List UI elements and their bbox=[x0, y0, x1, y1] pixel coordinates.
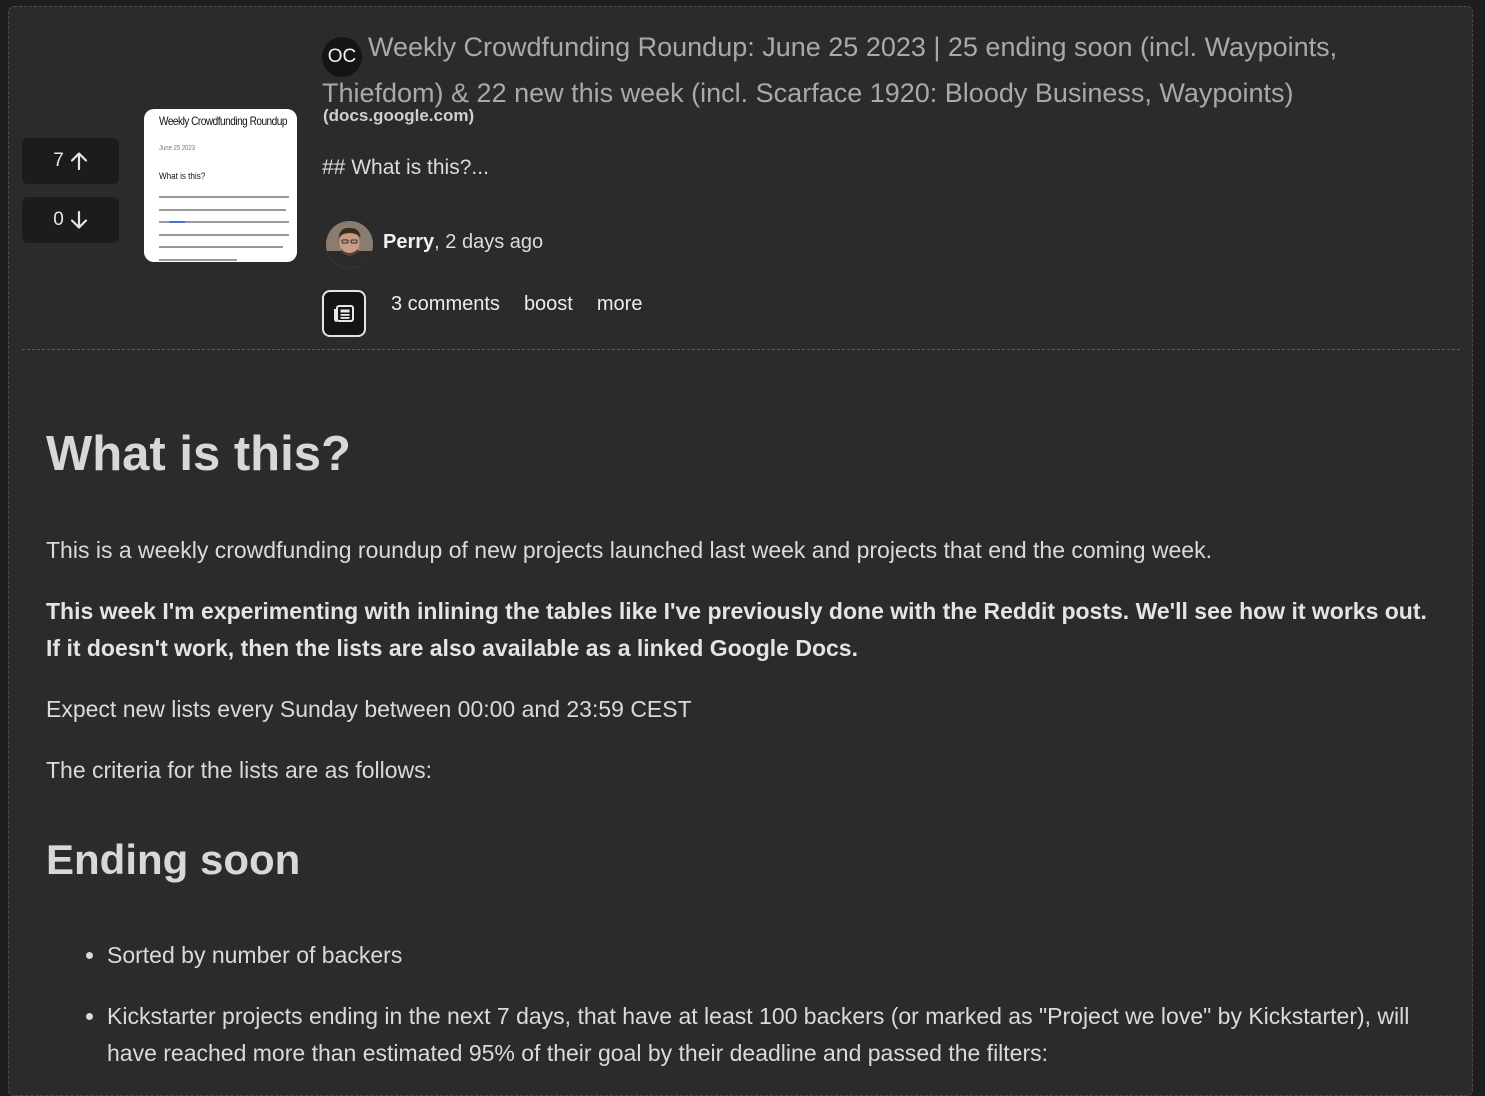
upvote-count: 7 bbox=[53, 150, 64, 171]
thumbnail-heading: What is this? bbox=[159, 171, 206, 182]
post-actions: 3 comments boost more bbox=[391, 293, 642, 316]
post-domain[interactable]: (docs.google.com) bbox=[323, 106, 474, 126]
upvote-button[interactable]: 7 bbox=[22, 138, 119, 184]
list-item: Sorted by number of backers bbox=[107, 937, 1436, 974]
avatar-image bbox=[326, 221, 373, 268]
body-heading-ending-soon: Ending soon bbox=[46, 836, 301, 883]
body-paragraph: This is a weekly crowdfunding roundup of… bbox=[46, 537, 1212, 563]
arrow-down-icon bbox=[70, 210, 87, 229]
post-byline: Perry, 2 days ago bbox=[383, 231, 543, 254]
post-body: What is this? This is a weekly crowdfund… bbox=[46, 425, 1436, 1096]
body-paragraph-bold: This week I'm experimenting with inlinin… bbox=[46, 598, 1427, 661]
thumbnail-date: June 25 2023 bbox=[159, 145, 196, 152]
downvote-count: 0 bbox=[53, 209, 64, 230]
post-time: , 2 days ago bbox=[434, 231, 544, 253]
list-item: Kickstarter projects ending in the next … bbox=[107, 998, 1436, 1072]
post-excerpt: ## What is this?... bbox=[322, 156, 489, 179]
post-thumbnail[interactable]: Weekly Crowdfunding Roundup June 25 2023… bbox=[144, 109, 297, 262]
thumbnail-title: Weekly Crowdfunding Roundup bbox=[159, 114, 287, 128]
downvote-button[interactable]: 0 bbox=[22, 197, 119, 243]
comments-link[interactable]: 3 comments bbox=[391, 293, 500, 316]
newspaper-icon bbox=[334, 304, 354, 322]
divider bbox=[22, 349, 1460, 350]
arrow-up-icon bbox=[70, 152, 87, 171]
criteria-list: Sorted by number of backers Kickstarter … bbox=[46, 937, 1436, 1072]
author-link[interactable]: Perry bbox=[383, 231, 434, 253]
more-link[interactable]: more bbox=[597, 293, 643, 316]
thumbnail-text-lines bbox=[159, 196, 289, 261]
body-paragraph: The criteria for the lists are as follow… bbox=[46, 757, 433, 783]
post-title-link[interactable]: Weekly Crowdfunding Roundup: June 25 202… bbox=[322, 32, 1337, 108]
avatar[interactable] bbox=[326, 221, 373, 268]
body-heading-what-is-this: What is this? bbox=[46, 427, 351, 481]
oc-badge: OC bbox=[322, 37, 362, 77]
body-paragraph: Expect new lists every Sunday between 00… bbox=[46, 696, 692, 722]
post-type-button[interactable] bbox=[322, 290, 366, 337]
post-title-block: OC Weekly Crowdfunding Roundup: June 25 2… bbox=[322, 31, 1412, 109]
boost-link[interactable]: boost bbox=[524, 293, 573, 316]
